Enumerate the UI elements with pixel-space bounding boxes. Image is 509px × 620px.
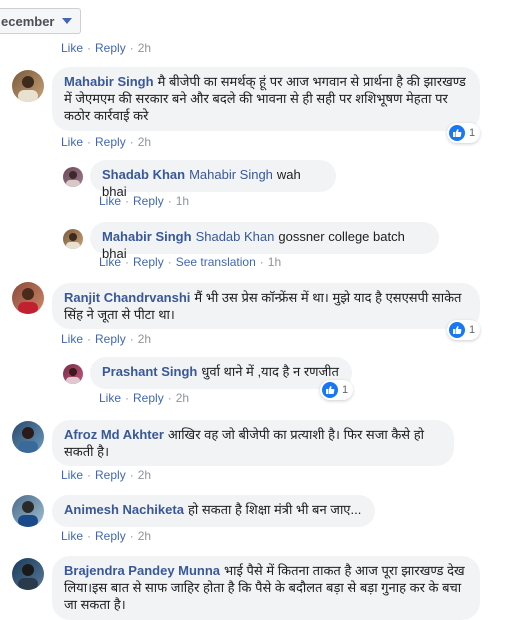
like-link[interactable]: Like <box>99 194 121 208</box>
user-photo-icon <box>66 368 80 384</box>
like-link[interactable]: Like <box>99 391 121 405</box>
reply-link[interactable]: Reply <box>133 391 164 405</box>
comment-actions: Like · Reply · 2h <box>61 529 152 543</box>
user-photo-icon <box>66 233 80 249</box>
comment-author[interactable]: Afroz Md Akhter <box>64 427 164 442</box>
user-photo-icon <box>66 171 80 187</box>
user-photo-icon <box>18 564 38 590</box>
timestamp[interactable]: 1h <box>176 194 189 208</box>
mention-link[interactable]: Mahabir Singh <box>189 167 273 182</box>
reply-actions: Like · Reply · 2h <box>99 391 190 405</box>
avatar[interactable] <box>63 364 83 384</box>
user-photo-icon <box>18 427 38 453</box>
reply-link[interactable]: Reply <box>95 332 126 346</box>
reply-actions: Like · Reply · 1h <box>99 194 190 208</box>
comment-author[interactable]: Animesh Nachiketa <box>64 502 184 517</box>
comment-bubble: Mahabir Singh मै बीजेपी का समर्थक् हूं पर… <box>52 67 480 131</box>
like-link[interactable]: Like <box>99 255 121 269</box>
comment-author[interactable]: Mahabir Singh <box>64 74 154 89</box>
reply-author[interactable]: Mahabir Singh <box>102 229 192 244</box>
comment-bubble: Ranjit Chandrvanshi मैं भी उस प्रेस कॉन्फ… <box>52 283 480 329</box>
like-reaction-icon <box>322 382 338 398</box>
timestamp[interactable]: 2h <box>138 468 151 482</box>
comment-actions: Like · Reply · 2h <box>61 135 152 149</box>
comment-author[interactable]: Ranjit Chandrvanshi <box>64 290 190 305</box>
reply-bubble: Mahabir Singh Shadab Khan gossner college … <box>90 222 439 261</box>
avatar[interactable] <box>12 495 44 527</box>
avatar[interactable] <box>12 70 44 102</box>
comment-bubble: Animesh Nachiketa हो सकता है शिक्षा मंत्र… <box>52 495 375 527</box>
reaction-count[interactable]: 1 <box>447 123 481 143</box>
avatar[interactable] <box>63 167 83 187</box>
like-link[interactable]: Like <box>61 468 83 482</box>
reply-link[interactable]: Reply <box>133 255 164 269</box>
timestamp[interactable]: 2h <box>138 332 151 346</box>
avatar[interactable] <box>12 558 44 590</box>
reply-actions: Like · Reply · See translation · 1h <box>99 255 282 269</box>
sort-dropdown[interactable]: ecember <box>0 8 82 34</box>
timestamp[interactable]: 2h <box>138 41 151 55</box>
like-reaction-icon <box>449 125 465 141</box>
reply-link[interactable]: Reply <box>95 529 126 543</box>
comment-bubble: Afroz Md Akhter आखिर वह जो बीजेपी का प्रत… <box>52 420 454 466</box>
reply-link[interactable]: Reply <box>95 135 126 149</box>
reaction-count[interactable]: 1 <box>447 320 481 340</box>
avatar[interactable] <box>12 421 44 453</box>
comment-actions: Like · Reply · 2h <box>61 332 152 346</box>
reply-author[interactable]: Prashant Singh <box>102 364 197 379</box>
reply-author[interactable]: Shadab Khan <box>102 167 185 182</box>
sort-dropdown-label: ecember <box>1 13 55 29</box>
reaction-count[interactable]: 1 <box>320 380 354 400</box>
timestamp[interactable]: 2h <box>138 135 151 149</box>
user-photo-icon <box>18 288 38 314</box>
previous-comment-actions: Like · Reply · 2h <box>61 41 152 55</box>
like-link[interactable]: Like <box>61 529 83 543</box>
reply-link[interactable]: Reply <box>95 41 126 55</box>
avatar[interactable] <box>63 229 83 249</box>
mention-link[interactable]: Shadab Khan <box>196 229 275 244</box>
user-photo-icon <box>18 501 38 527</box>
like-link[interactable]: Like <box>61 135 83 149</box>
like-link[interactable]: Like <box>61 41 83 55</box>
avatar[interactable] <box>12 282 44 314</box>
comment-actions: Like · Reply · 2h <box>61 468 152 482</box>
comment-author[interactable]: Brajendra Pandey Munna <box>64 563 220 578</box>
reply-bubble: Prashant Singh धुर्वा थाने में ,याद है न … <box>90 357 352 389</box>
reply-link[interactable]: Reply <box>133 194 164 208</box>
reply-text: धुर्वा थाने में ,याद है न रणजीत <box>201 364 339 379</box>
timestamp[interactable]: 1h <box>268 255 281 269</box>
see-translation-link[interactable]: See translation <box>176 255 256 269</box>
like-reaction-icon <box>449 322 465 338</box>
comment-bubble: Brajendra Pandey Munna भाई पैसे में कितना… <box>52 556 480 620</box>
chevron-down-icon <box>62 18 73 24</box>
comment-text: हो सकता है शिक्षा मंत्री भी बन जाए... <box>187 502 362 517</box>
reply-link[interactable]: Reply <box>95 468 126 482</box>
user-photo-icon <box>18 76 38 102</box>
like-link[interactable]: Like <box>61 332 83 346</box>
timestamp[interactable]: 2h <box>138 529 151 543</box>
reply-bubble: Shadab Khan Mahabir Singh wah bhai <box>90 160 336 199</box>
timestamp[interactable]: 2h <box>176 391 189 405</box>
